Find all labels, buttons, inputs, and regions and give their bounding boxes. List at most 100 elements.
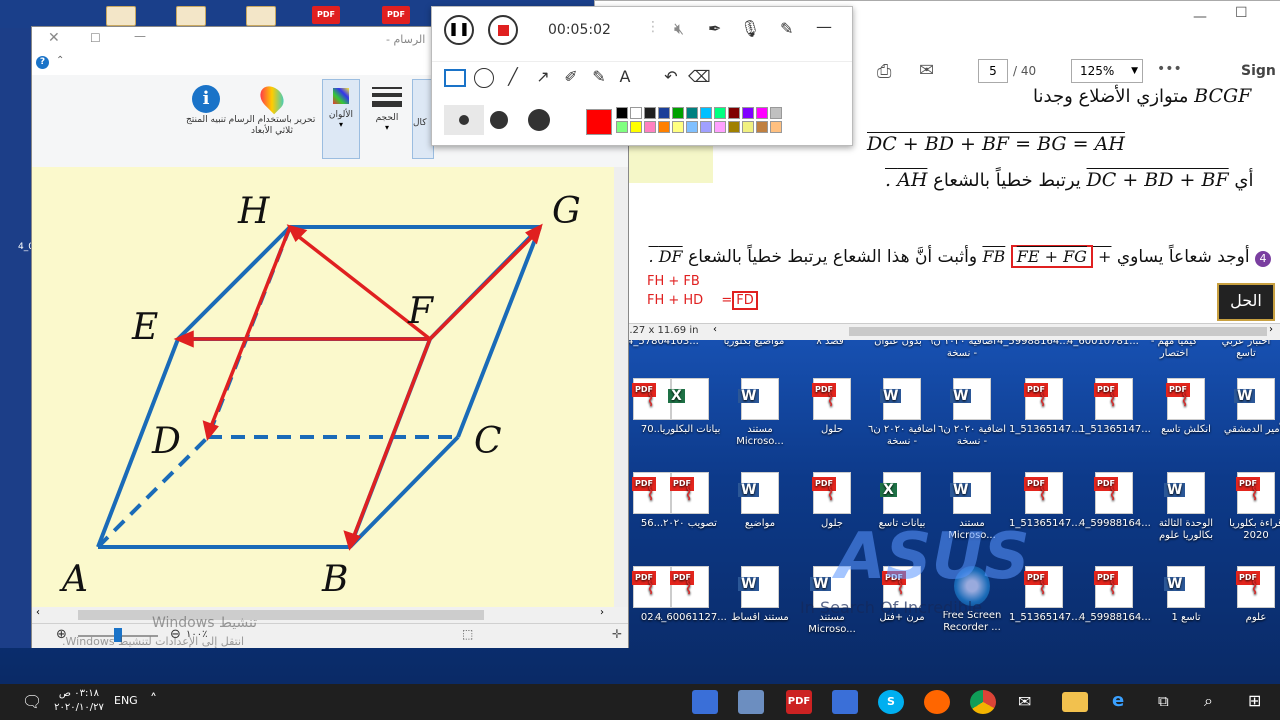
line-tool-icon[interactable]: ╱ <box>502 66 524 88</box>
color-swatch[interactable] <box>728 107 740 119</box>
color-swatch[interactable] <box>630 107 642 119</box>
scroll-left-icon[interactable]: ‹ <box>713 324 717 335</box>
color-swatch[interactable] <box>700 107 712 119</box>
arrow-tool-icon[interactable]: ↗ <box>532 66 554 88</box>
pdf-reader-taskbar-icon[interactable]: PDF <box>786 690 812 714</box>
color-swatch[interactable] <box>672 121 684 133</box>
app-taskbar-icon[interactable] <box>832 690 858 714</box>
color-swatch[interactable] <box>728 121 740 133</box>
page-number-input[interactable]: 5 <box>978 59 1008 83</box>
chrome-icon[interactable] <box>970 690 996 714</box>
color-swatch[interactable] <box>770 107 782 119</box>
color-swatch[interactable] <box>644 121 656 133</box>
recorder-taskbar-icon[interactable] <box>692 690 718 714</box>
size-button[interactable]: الحجم ▾ <box>370 79 404 132</box>
more-icon[interactable]: ••• <box>1157 61 1182 77</box>
desktop-icon[interactable]: انكلش تاسع <box>1151 378 1221 436</box>
color-swatch[interactable] <box>672 107 684 119</box>
task-view-icon[interactable]: ⧉ <box>1158 692 1169 710</box>
desktop-icon[interactable]: مستند اقساط <box>725 566 795 624</box>
selected-color-swatch[interactable] <box>586 109 612 135</box>
color-swatch[interactable] <box>658 121 670 133</box>
edit-paint3d-button[interactable]: تحرير باستخدام الرسام ثلاثي الأبعاد <box>228 81 316 137</box>
color-swatch[interactable] <box>616 121 628 133</box>
desktop-icon[interactable]: 1_51365147... <box>1079 378 1151 436</box>
maximize-icon[interactable]: ☐ <box>90 31 101 45</box>
product-alert-button[interactable]: i تنبيه المنتج <box>176 85 236 125</box>
file-icon[interactable] <box>106 6 136 26</box>
marker-tool-icon[interactable]: ✎ <box>588 66 610 88</box>
mic-mute-icon[interactable]: 🎙︎ <box>740 19 760 38</box>
scroll-right-icon[interactable]: › <box>600 607 604 618</box>
notification-icon[interactable]: 🗨︎ <box>22 692 42 711</box>
minimize-toolbar-icon[interactable]: — <box>816 17 832 36</box>
text-tool-icon[interactable]: A <box>614 66 636 88</box>
rectangle-tool[interactable] <box>444 69 466 87</box>
desktop-icon[interactable]: اضافية ٢٠٢٠ ن٦ - نسخة <box>937 378 1007 448</box>
color-swatch[interactable] <box>742 107 754 119</box>
desktop-icon[interactable]: تصويب ٢٠٢٠ <box>655 472 725 530</box>
desktop-icon[interactable]: حلول <box>797 378 867 436</box>
chevron-up-icon[interactable]: ˄ <box>150 692 157 708</box>
file-explorer-icon[interactable] <box>1062 692 1088 712</box>
scroll-thumb[interactable] <box>78 610 484 620</box>
vertical-scrollbar[interactable] <box>614 167 628 607</box>
drag-handle-icon[interactable]: ⋮ <box>646 19 660 35</box>
pen-icon[interactable]: ✒ <box>708 19 721 38</box>
horizontal-scrollbar[interactable]: ‹ › <box>32 607 628 623</box>
brush-size-medium[interactable] <box>490 111 508 129</box>
scroll-right-icon[interactable]: › <box>1269 324 1273 335</box>
speaker-mute-icon[interactable]: 🔇︎ <box>674 19 684 39</box>
desktop-icon[interactable]: 4_59988164... <box>1079 472 1151 530</box>
desktop-icon[interactable]: مواضيع <box>725 472 795 530</box>
minimize-icon[interactable]: — <box>1193 9 1207 25</box>
desktop-icon[interactable]: 4_60061127... <box>655 566 727 624</box>
color-swatch[interactable] <box>700 121 712 133</box>
clock[interactable]: ٠٣:١٨ ص ٢٠٢٠/١٠/٢٧ <box>50 687 108 715</box>
color-swatch[interactable] <box>714 107 726 119</box>
highlighter-icon[interactable]: ✎ <box>780 19 793 38</box>
maximize-icon[interactable]: ☐ <box>1235 5 1248 21</box>
color-swatch[interactable] <box>644 107 656 119</box>
desktop-icon[interactable]: الأمير الدمشقي <box>1221 378 1280 436</box>
file-icon[interactable] <box>176 6 206 26</box>
email-icon[interactable]: ✉ <box>919 60 934 81</box>
desktop-icon[interactable]: قراءة بكلوريا 2020 <box>1221 472 1280 542</box>
mail-icon[interactable]: ✉ <box>1018 692 1031 711</box>
language-indicator[interactable]: ENG <box>114 694 138 707</box>
color-swatch[interactable] <box>686 107 698 119</box>
help-icon[interactable]: ? <box>36 56 49 69</box>
desktop-icon[interactable]: تاسع 1 <box>1151 566 1221 624</box>
ellipse-tool[interactable] <box>474 68 494 88</box>
search-icon[interactable]: ⌕ <box>1204 691 1213 711</box>
undo-icon[interactable]: ↶ <box>660 66 682 88</box>
color-swatch[interactable] <box>616 107 628 119</box>
pdf-file-icon[interactable]: PDF <box>382 6 410 24</box>
desktop-icon[interactable]: اضافية ٢٠٢٠ ن٦ - نسخة <box>867 378 937 448</box>
collapse-ribbon-icon[interactable]: ⌃ <box>56 55 64 66</box>
horizontal-scrollbar[interactable] <box>849 327 1267 336</box>
color-swatch[interactable] <box>756 121 768 133</box>
desktop-icon[interactable]: 4_59988164... <box>1079 566 1151 624</box>
paint-taskbar-icon[interactable] <box>738 690 764 714</box>
desktop-icon[interactable]: الوحدة الثالثة بكالوريا علوم <box>1151 472 1221 542</box>
edge-icon[interactable]: e <box>1112 690 1124 711</box>
solution-button[interactable]: الحل <box>1217 283 1275 321</box>
sign-button[interactable]: Sign <box>1241 63 1276 79</box>
pause-button[interactable]: ❚❚ <box>444 15 474 45</box>
color-swatch[interactable] <box>770 121 782 133</box>
drawing-canvas[interactable]: H G E F D C A B <box>32 167 614 607</box>
color-swatch[interactable] <box>630 121 642 133</box>
file-icon[interactable] <box>246 6 276 26</box>
color-swatch[interactable] <box>714 121 726 133</box>
brush-size-large[interactable] <box>528 109 550 131</box>
eraser-icon[interactable]: ⌫ <box>688 66 711 88</box>
brush-tool-icon[interactable]: ✐ <box>560 66 582 88</box>
print-icon[interactable]: ⎙ <box>877 61 891 82</box>
colors-button[interactable]: الألوان ▾ <box>322 79 360 159</box>
windows-start-icon[interactable]: ⊞ <box>1248 691 1261 710</box>
minimize-icon[interactable]: — <box>134 29 146 43</box>
desktop-icon[interactable]: بيانات البكلوريا <box>655 378 725 436</box>
desktop-icon[interactable]: علوم <box>1221 566 1280 624</box>
brush-size-small[interactable] <box>444 105 484 135</box>
